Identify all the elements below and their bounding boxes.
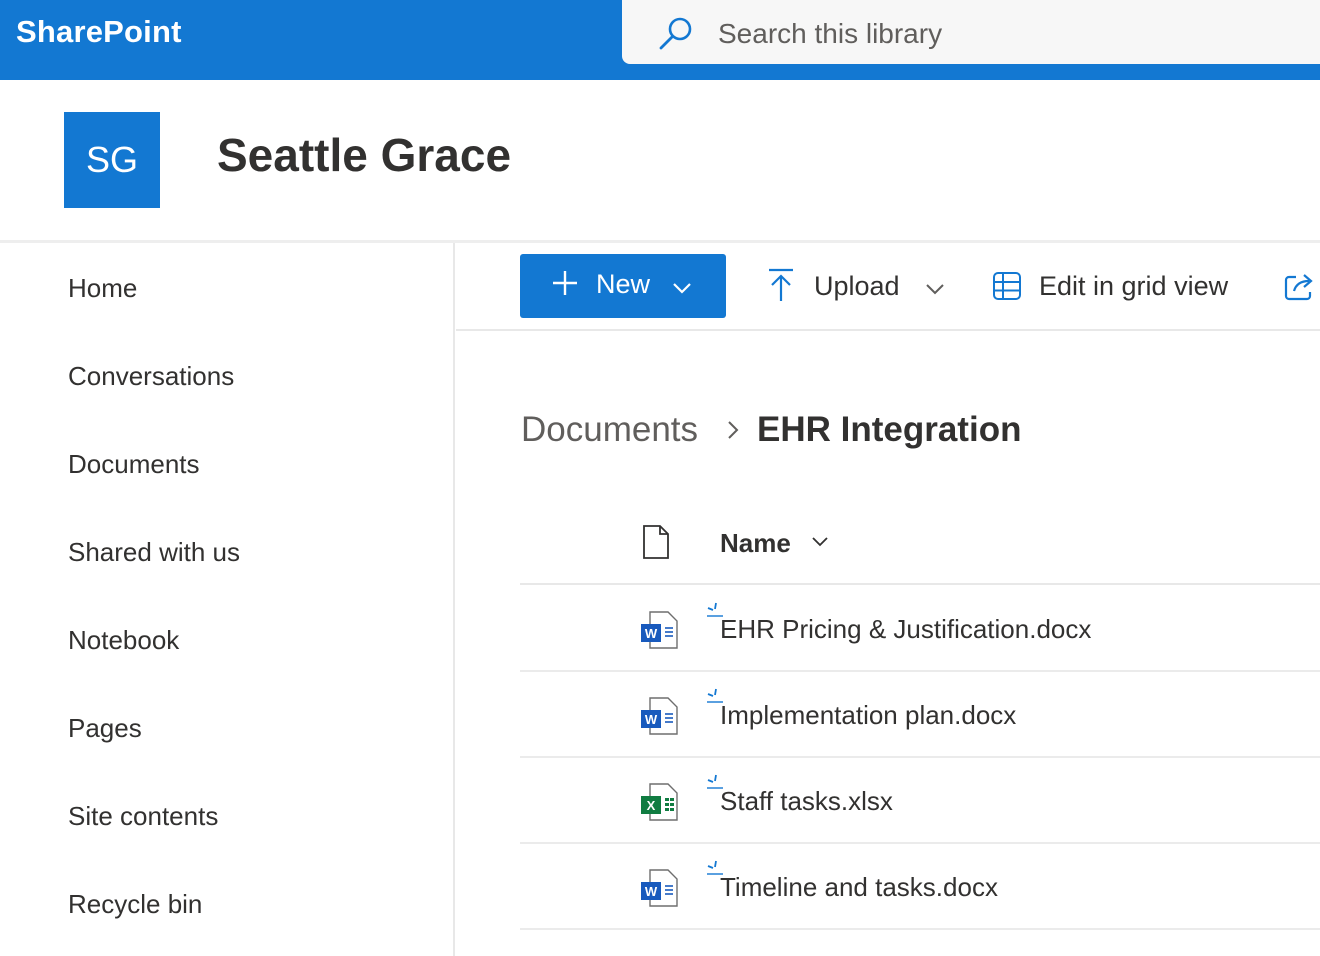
- column-header-name[interactable]: Name: [720, 528, 791, 559]
- upload-label: Upload: [814, 271, 900, 301]
- file-row[interactable]: W Timeline and tasks.docx: [520, 844, 1320, 930]
- breadcrumb-documents[interactable]: Documents: [521, 410, 698, 450]
- nav-item-shared-with-us[interactable]: Shared with us: [68, 537, 240, 568]
- svg-text:W: W: [645, 884, 658, 899]
- chevron-right-icon: [728, 421, 739, 439]
- search-input[interactable]: Search this library: [718, 18, 942, 50]
- breadcrumb-current[interactable]: EHR Integration: [757, 410, 1021, 450]
- chevron-down-icon[interactable]: [810, 532, 830, 552]
- site-logo[interactable]: SG: [64, 112, 160, 208]
- file-type-icon[interactable]: [642, 524, 670, 560]
- new-button[interactable]: New: [520, 254, 726, 318]
- nav-item-pages[interactable]: Pages: [68, 713, 142, 744]
- nav-item-recycle-bin[interactable]: Recycle bin: [68, 889, 202, 920]
- nav-item-home[interactable]: Home: [68, 273, 137, 304]
- edit-in-grid-view-label: Edit in grid view: [1039, 271, 1229, 301]
- left-nav: Home Conversations Documents Shared with…: [0, 243, 455, 956]
- file-name[interactable]: Timeline and tasks.docx: [720, 872, 998, 903]
- share-icon: [1284, 274, 1313, 301]
- command-bar: New Upload Edit in grid view: [456, 243, 1320, 331]
- file-name[interactable]: EHR Pricing & Justification.docx: [720, 614, 1091, 645]
- word-file-icon: W: [641, 697, 678, 735]
- file-name[interactable]: Staff tasks.xlsx: [720, 786, 893, 817]
- new-button-label: New: [596, 269, 651, 299]
- nav-item-site-contents[interactable]: Site contents: [68, 801, 218, 832]
- nav-item-documents[interactable]: Documents: [68, 449, 200, 480]
- share-button[interactable]: [1282, 257, 1320, 317]
- word-file-icon: W: [641, 869, 678, 907]
- excel-file-icon: X: [641, 783, 678, 821]
- file-row[interactable]: W EHR Pricing & Justification.docx: [520, 586, 1320, 672]
- chevron-down-icon: [673, 283, 691, 294]
- svg-text:X: X: [647, 798, 656, 813]
- suite-bar: SharePoint Search this library: [0, 0, 1320, 80]
- word-file-icon: W: [641, 611, 678, 649]
- nav-item-conversations[interactable]: Conversations: [68, 361, 234, 392]
- search-box[interactable]: Search this library: [622, 0, 1320, 64]
- file-row[interactable]: X Staff tasks.xlsx: [520, 758, 1320, 844]
- upload-button[interactable]: Upload: [762, 257, 952, 317]
- grid-icon: [993, 272, 1021, 300]
- edit-in-grid-view-button[interactable]: Edit in grid view: [988, 257, 1252, 317]
- svg-text:W: W: [645, 626, 658, 641]
- list-header: Name: [520, 500, 1320, 585]
- chevron-down-icon: [926, 284, 944, 295]
- file-name[interactable]: Implementation plan.docx: [720, 700, 1016, 731]
- nav-item-notebook[interactable]: Notebook: [68, 625, 179, 656]
- site-title[interactable]: Seattle Grace: [217, 128, 511, 182]
- upload-icon: [769, 268, 793, 301]
- plus-icon: [553, 271, 577, 295]
- search-icon: [659, 17, 692, 50]
- svg-text:W: W: [645, 712, 658, 727]
- app-name[interactable]: SharePoint: [16, 14, 182, 50]
- file-row[interactable]: W Implementation plan.docx: [520, 672, 1320, 758]
